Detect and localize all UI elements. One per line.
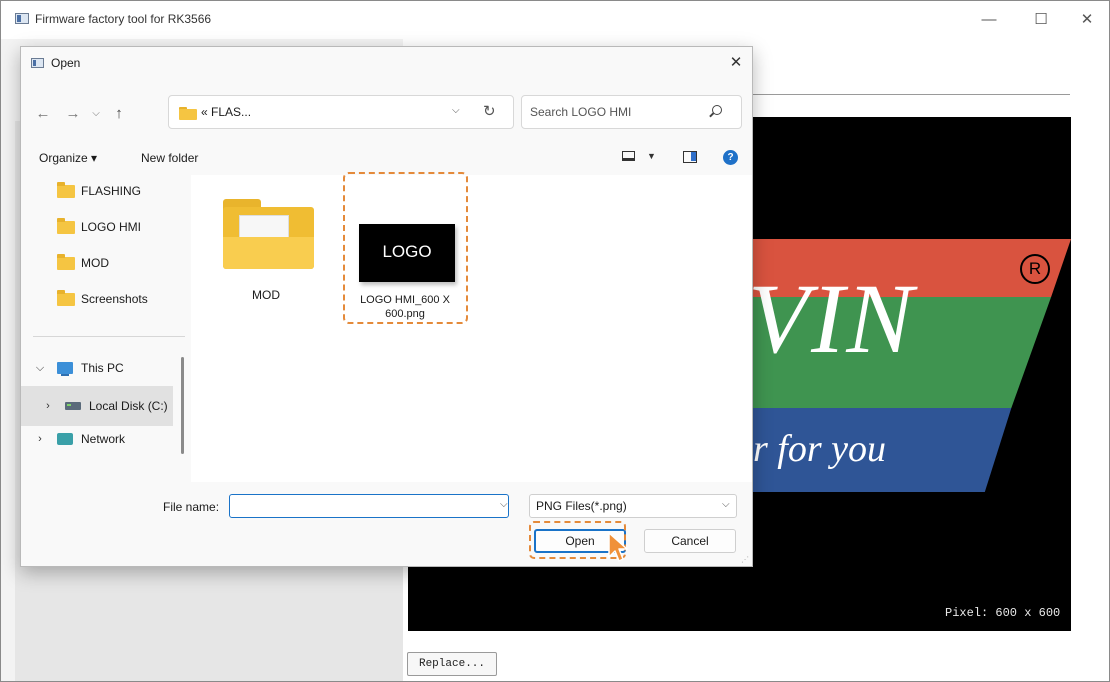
maximize-button[interactable]: ☐: [1019, 7, 1063, 33]
new-folder-button[interactable]: New folder: [141, 151, 198, 165]
expand-chevron-icon[interactable]: ›: [41, 396, 55, 416]
folder-icon: [57, 182, 75, 198]
dialog-close-button[interactable]: ✕: [724, 52, 748, 74]
logo-wordmark: VIN: [748, 263, 916, 374]
folder-icon: [57, 290, 75, 306]
network-icon: [57, 433, 73, 445]
dialog-title: Open: [51, 56, 81, 70]
view-options-icon[interactable]: [622, 151, 635, 161]
registered-mark-icon: R: [1020, 254, 1050, 284]
logo-slogan: r for you: [753, 428, 886, 470]
command-bar: Organize ▾ New folder ▼ ?: [21, 141, 752, 176]
nav-scrollbar[interactable]: [181, 357, 184, 454]
drive-icon: [65, 402, 81, 410]
minimize-button[interactable]: —: [967, 7, 1011, 33]
app-titlebar: Firmware factory tool for RK3566 — ☐ ✕: [1, 1, 1109, 39]
help-icon[interactable]: ?: [723, 150, 738, 165]
address-path: « FLAS...: [201, 105, 252, 119]
app-title: Firmware factory tool for RK3566: [35, 12, 212, 26]
file-type-select[interactable]: PNG Files(*.png) ⌵: [529, 494, 737, 518]
nav-divider: [33, 336, 185, 337]
nav-item-label: Local Disk (C:): [89, 399, 168, 413]
expand-chevron-icon[interactable]: ›: [33, 429, 47, 449]
view-options-chevron-icon[interactable]: ▼: [647, 151, 656, 161]
file-type-value: PNG Files(*.png): [536, 499, 627, 513]
resize-grip-icon[interactable]: ⋰: [741, 555, 749, 564]
back-arrow-icon[interactable]: ←: [33, 104, 53, 124]
navigation-pane: FLASHING LOGO HMI MOD Screenshots ⌵ This…: [21, 175, 191, 482]
nav-item-label: MOD: [81, 256, 109, 270]
pixel-size-label: Pixel: 600 x 600: [945, 606, 1061, 620]
search-input[interactable]: [530, 104, 700, 120]
organize-menu-button[interactable]: Organize ▾: [39, 151, 97, 165]
folder-icon: [179, 107, 197, 120]
section-divider: [752, 94, 1070, 95]
nav-item-label: LOGO HMI: [81, 220, 142, 234]
up-arrow-icon[interactable]: ↑: [109, 104, 129, 124]
replace-button[interactable]: Replace...: [407, 652, 497, 676]
expand-chevron-icon[interactable]: ⌵: [33, 358, 47, 378]
search-icon: [712, 105, 722, 115]
nav-item-label: This PC: [81, 361, 124, 375]
file-name-combobox[interactable]: ⌵: [229, 494, 509, 518]
file-highlight-annotation: [343, 172, 468, 324]
app-window-icon: [15, 13, 29, 24]
chevron-down-icon[interactable]: ⌵: [500, 499, 508, 510]
file-name-label[interactable]: MOD: [231, 288, 301, 302]
folder-icon: [57, 254, 75, 270]
cancel-button[interactable]: Cancel: [644, 529, 736, 553]
file-name-input[interactable]: [234, 498, 484, 514]
chevron-down-icon[interactable]: ⌵: [452, 105, 460, 116]
address-bar[interactable]: « FLAS... ⌵ ↻: [168, 95, 514, 129]
computer-icon: [57, 362, 73, 376]
nav-item-label: Network: [81, 432, 126, 446]
nav-item-label: FLASHING: [81, 184, 142, 198]
search-box[interactable]: [521, 95, 742, 129]
mouse-cursor-icon: [608, 532, 628, 562]
file-name-field-label: File name:: [163, 500, 220, 514]
preview-pane-icon[interactable]: [683, 151, 697, 163]
recent-locations-chevron-icon[interactable]: ⌵: [89, 104, 103, 124]
forward-arrow-icon[interactable]: →: [63, 104, 83, 124]
folder-icon: [57, 218, 75, 234]
dialog-window-icon: [31, 58, 44, 68]
mod-folder-icon[interactable]: [221, 197, 316, 271]
nav-item-label: Screenshots: [81, 292, 148, 306]
file-list: MOD LOGO LOGO HMI_600 X 600.png: [191, 175, 752, 482]
chevron-down-icon: ⌵: [722, 499, 730, 510]
close-button[interactable]: ✕: [1065, 7, 1109, 33]
refresh-icon[interactable]: ↻: [483, 102, 496, 120]
